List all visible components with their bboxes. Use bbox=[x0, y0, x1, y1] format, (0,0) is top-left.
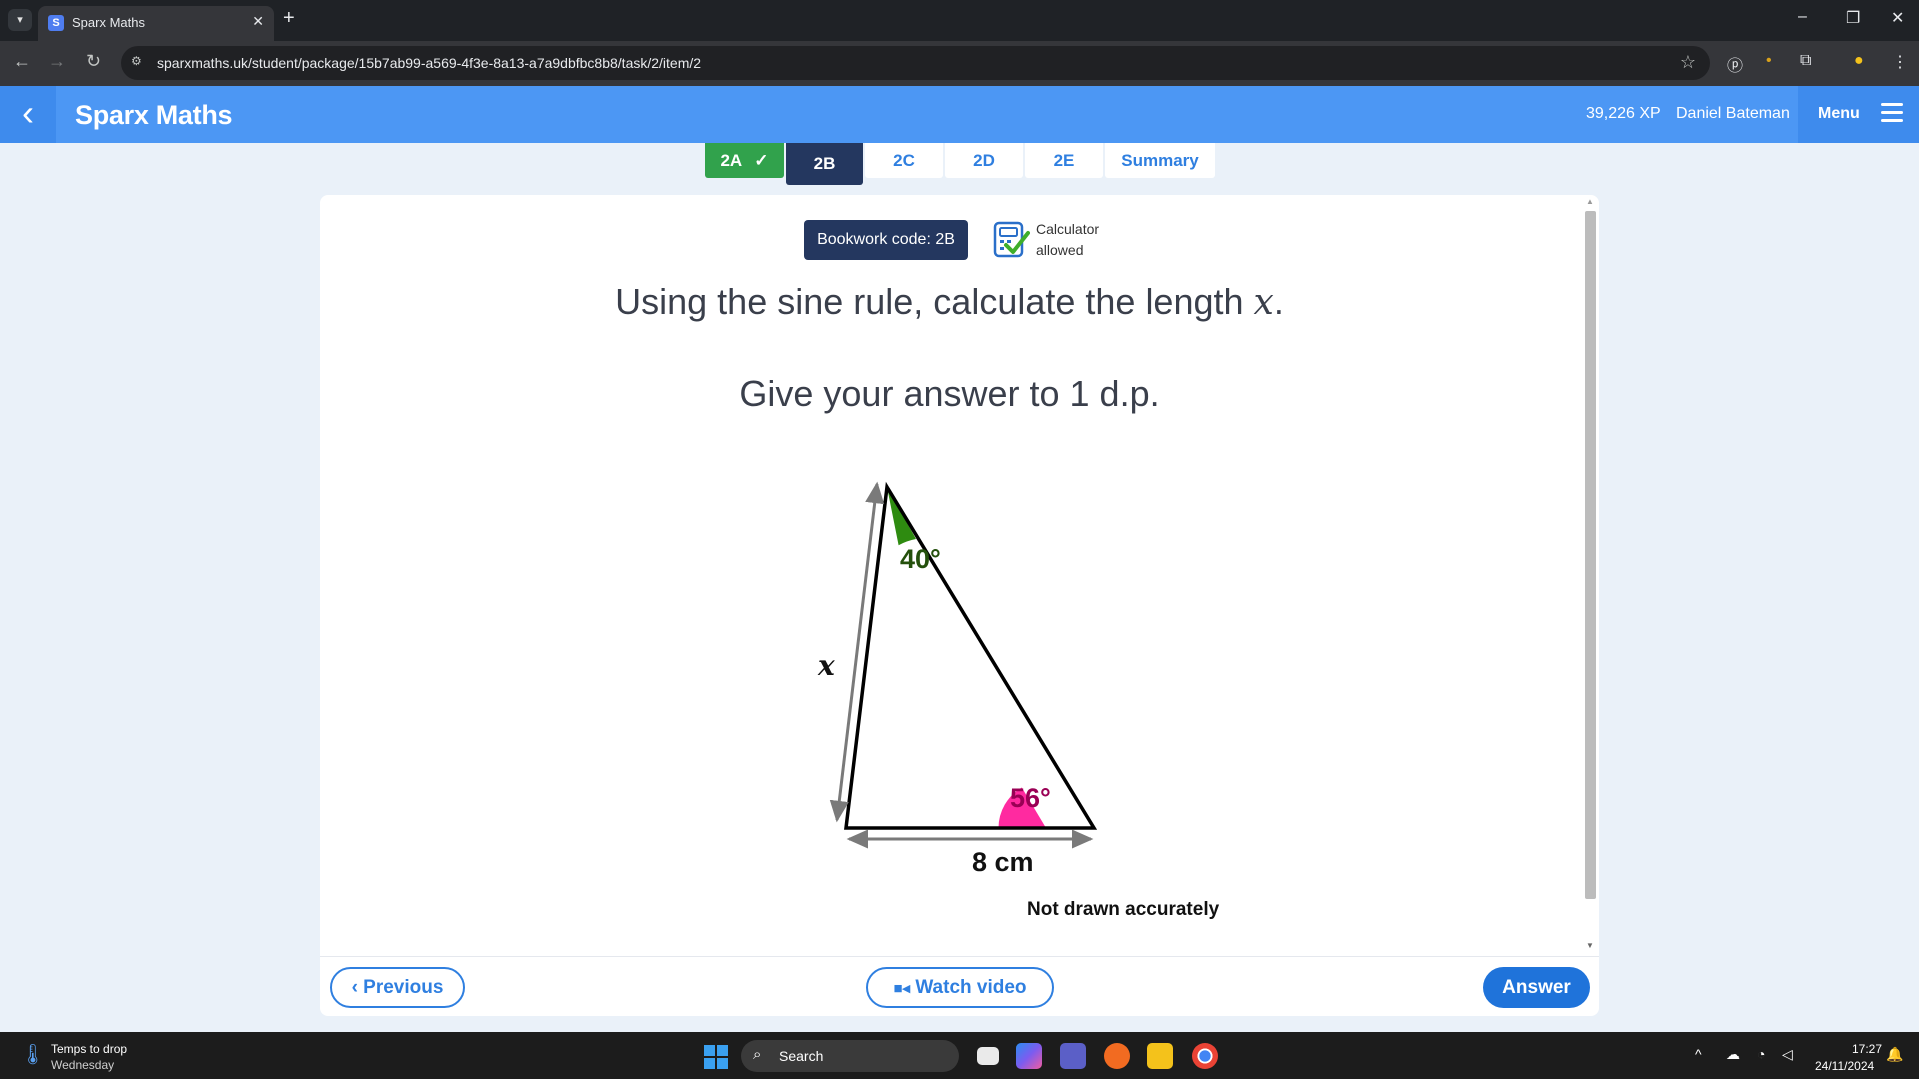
video-camera-icon: ■◂ bbox=[893, 980, 911, 997]
menu-button[interactable]: Menu bbox=[1798, 86, 1919, 143]
minimize-icon[interactable]: – bbox=[1798, 8, 1807, 26]
triangle-diagram: 40° 56° x 8 cm Not drawn accurately bbox=[817, 481, 1220, 920]
right-angle-label: 56° bbox=[1010, 783, 1051, 813]
scroll-up-icon[interactable]: ▲ bbox=[1586, 197, 1594, 206]
browser-tab-bar: ▾ S Sparx Maths ✕ + – ❐ ✕ bbox=[0, 0, 1919, 41]
tab-2a-label: 2A bbox=[720, 151, 742, 170]
address-bar[interactable]: ⚙ sparxmaths.uk/student/package/15b7ab99… bbox=[121, 46, 1710, 80]
forward-arrow-icon[interactable]: → bbox=[48, 51, 66, 72]
teams-icon[interactable] bbox=[1060, 1043, 1086, 1069]
window-close-icon[interactable]: ✕ bbox=[1891, 8, 1904, 28]
tab-summary-label: Summary bbox=[1121, 151, 1199, 170]
bookmark-star-icon[interactable]: ☆ bbox=[1680, 52, 1696, 73]
extension-icon[interactable]: • bbox=[1766, 52, 1772, 70]
previous-label: Previous bbox=[363, 977, 444, 998]
browser-menu-icon[interactable]: ⋮ bbox=[1892, 52, 1908, 72]
question-card: Bookwork code: 2B Calculator allowed Usi… bbox=[320, 195, 1599, 1016]
tab-2c-label: 2C bbox=[893, 151, 915, 170]
tab-2e-label: 2E bbox=[1053, 151, 1075, 170]
wifi-icon[interactable]: ◔ bbox=[1757, 1046, 1765, 1062]
check-icon: ✓ bbox=[754, 151, 769, 170]
side-x-arrow bbox=[829, 481, 885, 823]
tray-chevron-icon[interactable]: ^ bbox=[1695, 1046, 1702, 1062]
top-angle-label: 40° bbox=[900, 544, 941, 574]
file-explorer-icon[interactable] bbox=[1147, 1043, 1173, 1069]
new-tab-icon[interactable]: + bbox=[283, 7, 295, 30]
volume-icon[interactable]: ◁ bbox=[1782, 1046, 1793, 1063]
restore-icon[interactable]: ❐ bbox=[1846, 8, 1860, 28]
windows-start-icon[interactable] bbox=[704, 1045, 728, 1069]
xp-counter: 39,226 XP bbox=[1586, 105, 1661, 122]
back-chevron-button[interactable]: ‹ bbox=[0, 86, 56, 143]
not-to-scale-note: Not drawn accurately bbox=[1027, 899, 1220, 920]
tab-summary[interactable]: Summary bbox=[1105, 143, 1215, 178]
search-label: Search bbox=[779, 1048, 824, 1064]
tab-2b[interactable]: 2B bbox=[786, 143, 863, 185]
firefox-icon[interactable] bbox=[1104, 1043, 1130, 1069]
notifications-bell-icon[interactable]: 🔔 bbox=[1886, 1046, 1903, 1063]
previous-button[interactable]: ‹ Previous bbox=[330, 967, 465, 1008]
tab-close-icon[interactable]: ✕ bbox=[252, 13, 264, 30]
thermometer-icon[interactable]: 🌡 bbox=[20, 1042, 45, 1067]
clock-date[interactable]: 24/11/2024 bbox=[1815, 1059, 1874, 1073]
windows-taskbar: 🌡 Temps to drop Wednesday ⌕ Search ^ ☁ ◔… bbox=[0, 1032, 1919, 1079]
taskbar-search[interactable]: ⌕ Search bbox=[741, 1040, 959, 1072]
search-icon: ⌕ bbox=[753, 1046, 762, 1063]
copilot-icon[interactable] bbox=[1016, 1043, 1042, 1069]
watch-video-button[interactable]: ■◂ Watch video bbox=[866, 967, 1054, 1008]
triangle bbox=[844, 481, 1098, 830]
profile-icon[interactable]: ● bbox=[1854, 52, 1864, 70]
task-view-icon[interactable] bbox=[977, 1047, 999, 1065]
footer-divider bbox=[320, 956, 1599, 957]
menu-label: Menu bbox=[1818, 105, 1860, 122]
extensions-puzzle-icon[interactable]: ⧉ bbox=[1800, 52, 1811, 70]
app-brand: Sparx Maths bbox=[75, 100, 233, 130]
tab-2a[interactable]: 2A ✓ bbox=[705, 143, 784, 178]
onedrive-icon[interactable]: ☁ bbox=[1726, 1046, 1740, 1063]
reload-icon[interactable]: ↻ bbox=[86, 51, 101, 72]
weather-subtitle[interactable]: Wednesday bbox=[51, 1058, 114, 1072]
tab-2d-label: 2D bbox=[973, 151, 995, 170]
site-info-icon[interactable]: ⚙ bbox=[131, 54, 142, 68]
hamburger-icon bbox=[1881, 103, 1903, 123]
tab-search-dropdown[interactable]: ▾ bbox=[8, 9, 32, 31]
watch-video-label: Watch video bbox=[915, 977, 1027, 998]
chrome-icon[interactable] bbox=[1192, 1043, 1218, 1069]
app-header: ‹ Sparx Maths 39,226 XP Daniel Bateman M… bbox=[0, 86, 1919, 143]
base-length-label: 8 cm bbox=[972, 847, 1034, 877]
user-name[interactable]: Daniel Bateman bbox=[1676, 105, 1790, 123]
sparx-favicon-icon: S bbox=[48, 15, 64, 31]
tab-2e[interactable]: 2E bbox=[1025, 143, 1103, 178]
tab-2d[interactable]: 2D bbox=[945, 143, 1023, 178]
scrollbar-thumb[interactable] bbox=[1585, 211, 1596, 899]
answer-button[interactable]: Answer bbox=[1483, 967, 1590, 1008]
browser-tab[interactable]: S Sparx Maths ✕ bbox=[38, 6, 274, 41]
tab-2b-label: 2B bbox=[813, 154, 836, 173]
side-x-label: x bbox=[817, 649, 835, 682]
url-text: sparxmaths.uk/student/package/15b7ab99-a… bbox=[157, 55, 702, 71]
weather-title[interactable]: Temps to drop bbox=[51, 1042, 127, 1056]
back-arrow-icon[interactable]: ← bbox=[13, 51, 31, 72]
scroll-down-icon[interactable]: ▼ bbox=[1586, 941, 1594, 950]
pinterest-extension-icon[interactable]: ⓟ bbox=[1727, 52, 1743, 76]
tab-2c[interactable]: 2C bbox=[865, 143, 943, 178]
clock-time[interactable]: 17:27 bbox=[1852, 1042, 1882, 1056]
browser-toolbar: ← → ↻ ⚙ sparxmaths.uk/student/package/15… bbox=[0, 41, 1919, 86]
tab-title: Sparx Maths bbox=[72, 15, 145, 30]
chevron-left-icon: ‹ bbox=[351, 977, 358, 998]
